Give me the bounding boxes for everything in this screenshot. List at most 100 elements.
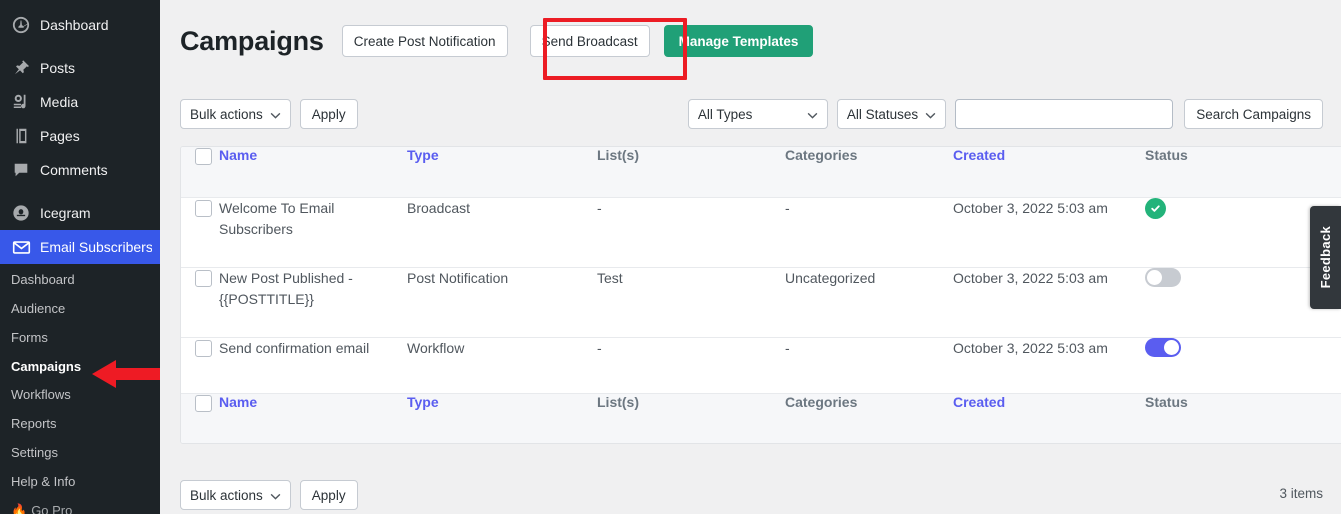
bulk-actions-group-top: Bulk actions Apply: [180, 99, 358, 129]
column-header-created-bottom[interactable]: Created: [953, 393, 1145, 443]
column-label: Created: [953, 147, 1006, 163]
bulk-actions-select-top[interactable]: Bulk actions: [180, 99, 291, 129]
column-header-categories-bottom: Categories: [785, 393, 953, 443]
manage-templates-button[interactable]: Manage Templates: [663, 25, 814, 57]
column-label: Categories: [785, 147, 858, 163]
column-header-categories-top: Categories: [785, 147, 953, 197]
column-label: List(s): [597, 393, 639, 410]
sidebar-item-label: Icegram: [40, 205, 91, 221]
sidebar-item-email-subscribers[interactable]: Email Subscribers: [0, 230, 160, 264]
filters-group: All Types All Statuses Search Campaigns: [687, 99, 1323, 129]
sidebar-subitem-dashboard[interactable]: Dashboard: [0, 266, 160, 295]
column-header-name-bottom[interactable]: Name: [219, 393, 407, 443]
cell-type: Workflow: [407, 339, 465, 356]
column-header-lists-top: List(s): [597, 147, 785, 197]
sidebar-divider: [0, 42, 160, 51]
sidebar-subitem-label: Go Pro: [31, 502, 73, 514]
search-input[interactable]: [955, 99, 1174, 129]
column-label: Categories: [785, 393, 858, 410]
sidebar-top-menu: Dashboard Posts Media Pages Comments Ice…: [0, 0, 160, 264]
cell-lists: -: [597, 199, 602, 216]
bulk-actions-label: Bulk actions: [190, 487, 263, 503]
status-filter-select[interactable]: All Statuses: [836, 99, 947, 129]
cell-lists: Test: [597, 269, 623, 286]
cell-type: Post Notification: [407, 269, 509, 286]
apply-button-bottom[interactable]: Apply: [299, 480, 358, 510]
sidebar-item-label: Pages: [40, 128, 80, 144]
feedback-tab[interactable]: Feedback: [1310, 206, 1341, 309]
dashboard-icon: [11, 15, 31, 35]
column-label: Type: [407, 393, 439, 410]
table-row[interactable]: Send confirmation email Workflow - - Oct…: [181, 337, 1341, 393]
search-campaigns-button[interactable]: Search Campaigns: [1184, 99, 1323, 129]
sidebar-item-dashboard[interactable]: Dashboard: [0, 8, 160, 42]
sidebar-item-label: Media: [40, 94, 79, 110]
select-all-header-bottom: [181, 393, 219, 443]
sidebar-item-label: Email Subscribers: [40, 239, 153, 255]
sidebar-subitem-campaigns[interactable]: Campaigns: [0, 353, 160, 382]
sidebar-subitem-audience[interactable]: Audience: [0, 295, 160, 324]
column-header-type-top[interactable]: Type: [407, 147, 597, 197]
column-header-lists-bottom: List(s): [597, 393, 785, 443]
toggle-knob: [1147, 269, 1162, 285]
status-toggle-off[interactable]: [1145, 267, 1181, 287]
bulk-actions-group-bottom: Bulk actions Apply: [180, 480, 358, 510]
sidebar-item-label: Dashboard: [40, 17, 109, 33]
row-select-cell: [181, 197, 219, 267]
column-label: Status: [1145, 393, 1188, 410]
row-select-cell: [181, 267, 219, 337]
table-body: Welcome To Email Subscribers Broadcast -…: [181, 197, 1341, 393]
cell-categories: -: [785, 339, 790, 356]
cell-categories: Uncategorized: [785, 269, 876, 286]
apply-button-top[interactable]: Apply: [299, 99, 358, 129]
column-header-status-top: Status: [1145, 147, 1341, 197]
chevron-down-icon: [270, 488, 281, 503]
column-label: Type: [407, 147, 439, 163]
sidebar-subitem-go-pro[interactable]: 🔥 Go Pro: [0, 497, 160, 514]
sidebar-item-media[interactable]: Media: [0, 85, 160, 119]
row-checkbox[interactable]: [195, 339, 212, 357]
status-sent-badge[interactable]: [1145, 197, 1166, 219]
bulk-actions-select-bottom[interactable]: Bulk actions: [180, 480, 291, 510]
send-broadcast-button[interactable]: Send Broadcast: [529, 25, 650, 57]
sidebar-subitem-reports[interactable]: Reports: [0, 410, 160, 439]
cell-created: October 3, 2022 5:03 am: [953, 199, 1108, 216]
select-all-checkbox-top[interactable]: [195, 148, 212, 165]
sidebar-item-posts[interactable]: Posts: [0, 51, 160, 85]
bulk-actions-label: Bulk actions: [190, 106, 263, 122]
column-header-type-bottom[interactable]: Type: [407, 393, 597, 443]
create-post-notification-button[interactable]: Create Post Notification: [341, 25, 508, 57]
type-filter-value: All Types: [697, 106, 753, 122]
sidebar-subitem-workflows[interactable]: Workflows: [0, 381, 160, 410]
envelope-icon: [11, 237, 31, 257]
sidebar-item-label: Posts: [40, 60, 76, 76]
table-row[interactable]: New Post Published - {{POSTTITLE}} Post …: [181, 267, 1341, 337]
select-all-checkbox-bottom[interactable]: [195, 394, 212, 412]
sidebar-item-icegram[interactable]: Icegram: [0, 196, 160, 230]
cell-name: Welcome To Email Subscribers: [219, 199, 335, 237]
chevron-down-icon: [925, 107, 936, 122]
sidebar-subitem-forms[interactable]: Forms: [0, 324, 160, 353]
row-select-cell: [181, 337, 219, 393]
comments-icon: [11, 160, 31, 180]
table-row[interactable]: Welcome To Email Subscribers Broadcast -…: [181, 197, 1341, 267]
sidebar-subitem-help-info[interactable]: Help & Info: [0, 468, 160, 497]
app-root: Dashboard Posts Media Pages Comments Ice…: [0, 0, 1341, 514]
cell-created: October 3, 2022 5:03 am: [953, 339, 1108, 356]
pin-icon: [11, 58, 31, 78]
column-header-name-top[interactable]: Name: [219, 147, 407, 197]
sidebar-item-comments[interactable]: Comments: [0, 153, 160, 187]
item-count-label: 3 items: [1279, 486, 1323, 501]
status-toggle-on[interactable]: [1145, 337, 1181, 357]
column-label: Name: [219, 393, 258, 410]
icegram-icon: [11, 203, 31, 223]
row-checkbox[interactable]: [195, 269, 212, 287]
row-checkbox[interactable]: [195, 199, 212, 217]
column-header-created-top[interactable]: Created: [953, 147, 1145, 197]
cell-status: [1145, 337, 1341, 393]
media-icon: [11, 92, 31, 112]
type-filter-select[interactable]: All Types: [687, 99, 828, 129]
sidebar-item-pages[interactable]: Pages: [0, 119, 160, 153]
sidebar-subitem-settings[interactable]: Settings: [0, 439, 160, 468]
sidebar-divider: [0, 187, 160, 196]
